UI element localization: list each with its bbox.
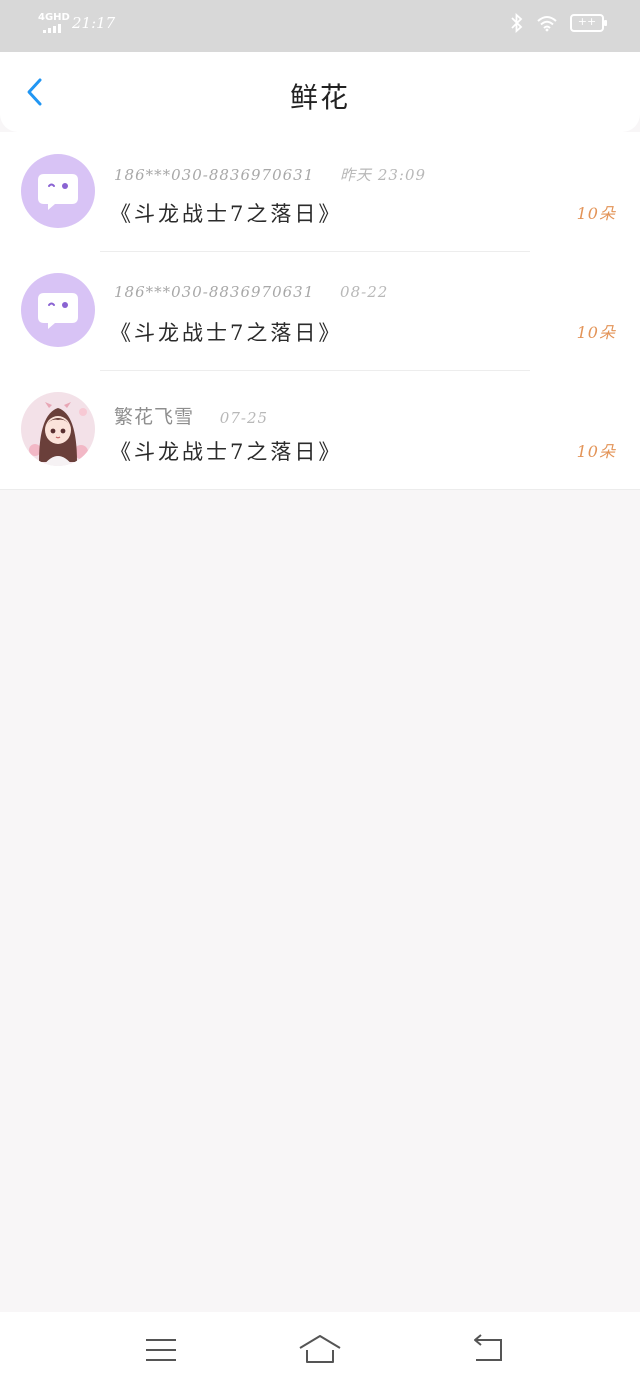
avatar — [21, 273, 95, 347]
back-nav-button[interactable] — [466, 1332, 510, 1368]
status-time: 21:17 — [72, 14, 116, 32]
avatar — [21, 154, 95, 228]
record-time: 昨天 23:09 — [340, 166, 427, 184]
chat-bubble-avatar-icon — [21, 154, 95, 228]
chat-bubble-avatar-icon — [21, 273, 95, 347]
book-title: 《斗龙战士7之落日》 — [110, 321, 343, 345]
list-item[interactable]: 186***030-8836970631 08-22 《斗龙战士7之落日》 10… — [0, 251, 640, 370]
sender-id: 186***030-8836970631 — [114, 283, 315, 301]
record-meta: 繁花飞雪 07-25 — [114, 402, 268, 429]
network-type: 4GHD — [38, 12, 70, 23]
book-title: 《斗龙战士7之落日》 — [110, 440, 343, 464]
record-time: 07-25 — [219, 409, 269, 427]
list-item[interactable]: 186***030-8836970631 昨天 23:09 《斗龙战士7之落日》… — [0, 132, 640, 251]
record-meta: 186***030-8836970631 08-22 — [114, 283, 388, 301]
signal-icon — [43, 24, 65, 33]
list-item[interactable]: 繁花飞雪 07-25 《斗龙战士7之落日》 10朵 — [0, 370, 640, 489]
back-icon — [474, 1334, 502, 1361]
sender-name: 繁花飞雪 — [114, 406, 195, 428]
record-time: 08-22 — [340, 283, 389, 301]
sender-id: 186***030-8836970631 — [114, 166, 315, 184]
menu-button[interactable] — [139, 1332, 183, 1368]
bluetooth-icon — [511, 13, 523, 33]
home-icon — [299, 1335, 341, 1363]
battery-label: ++ — [577, 15, 597, 28]
page-header: 鲜花 — [0, 52, 640, 132]
anime-girl-avatar-icon — [21, 392, 95, 466]
flower-count: 10朵 — [576, 323, 616, 342]
system-nav-bar — [0, 1312, 640, 1387]
avatar — [21, 392, 95, 466]
flower-count: 10朵 — [576, 204, 616, 223]
status-bar: 4GHD 21:17 ++ — [0, 0, 640, 52]
battery-icon: ++ — [570, 14, 607, 32]
page-title: 鲜花 — [289, 81, 350, 114]
record-meta: 186***030-8836970631 昨天 23:09 — [114, 164, 426, 185]
book-title: 《斗龙战士7之落日》 — [110, 202, 343, 226]
home-button[interactable] — [298, 1332, 342, 1368]
wifi-icon — [537, 16, 557, 32]
flower-count: 10朵 — [576, 442, 616, 461]
menu-icon — [146, 1339, 176, 1361]
flower-record-list: 186***030-8836970631 昨天 23:09 《斗龙战士7之落日》… — [0, 132, 640, 490]
